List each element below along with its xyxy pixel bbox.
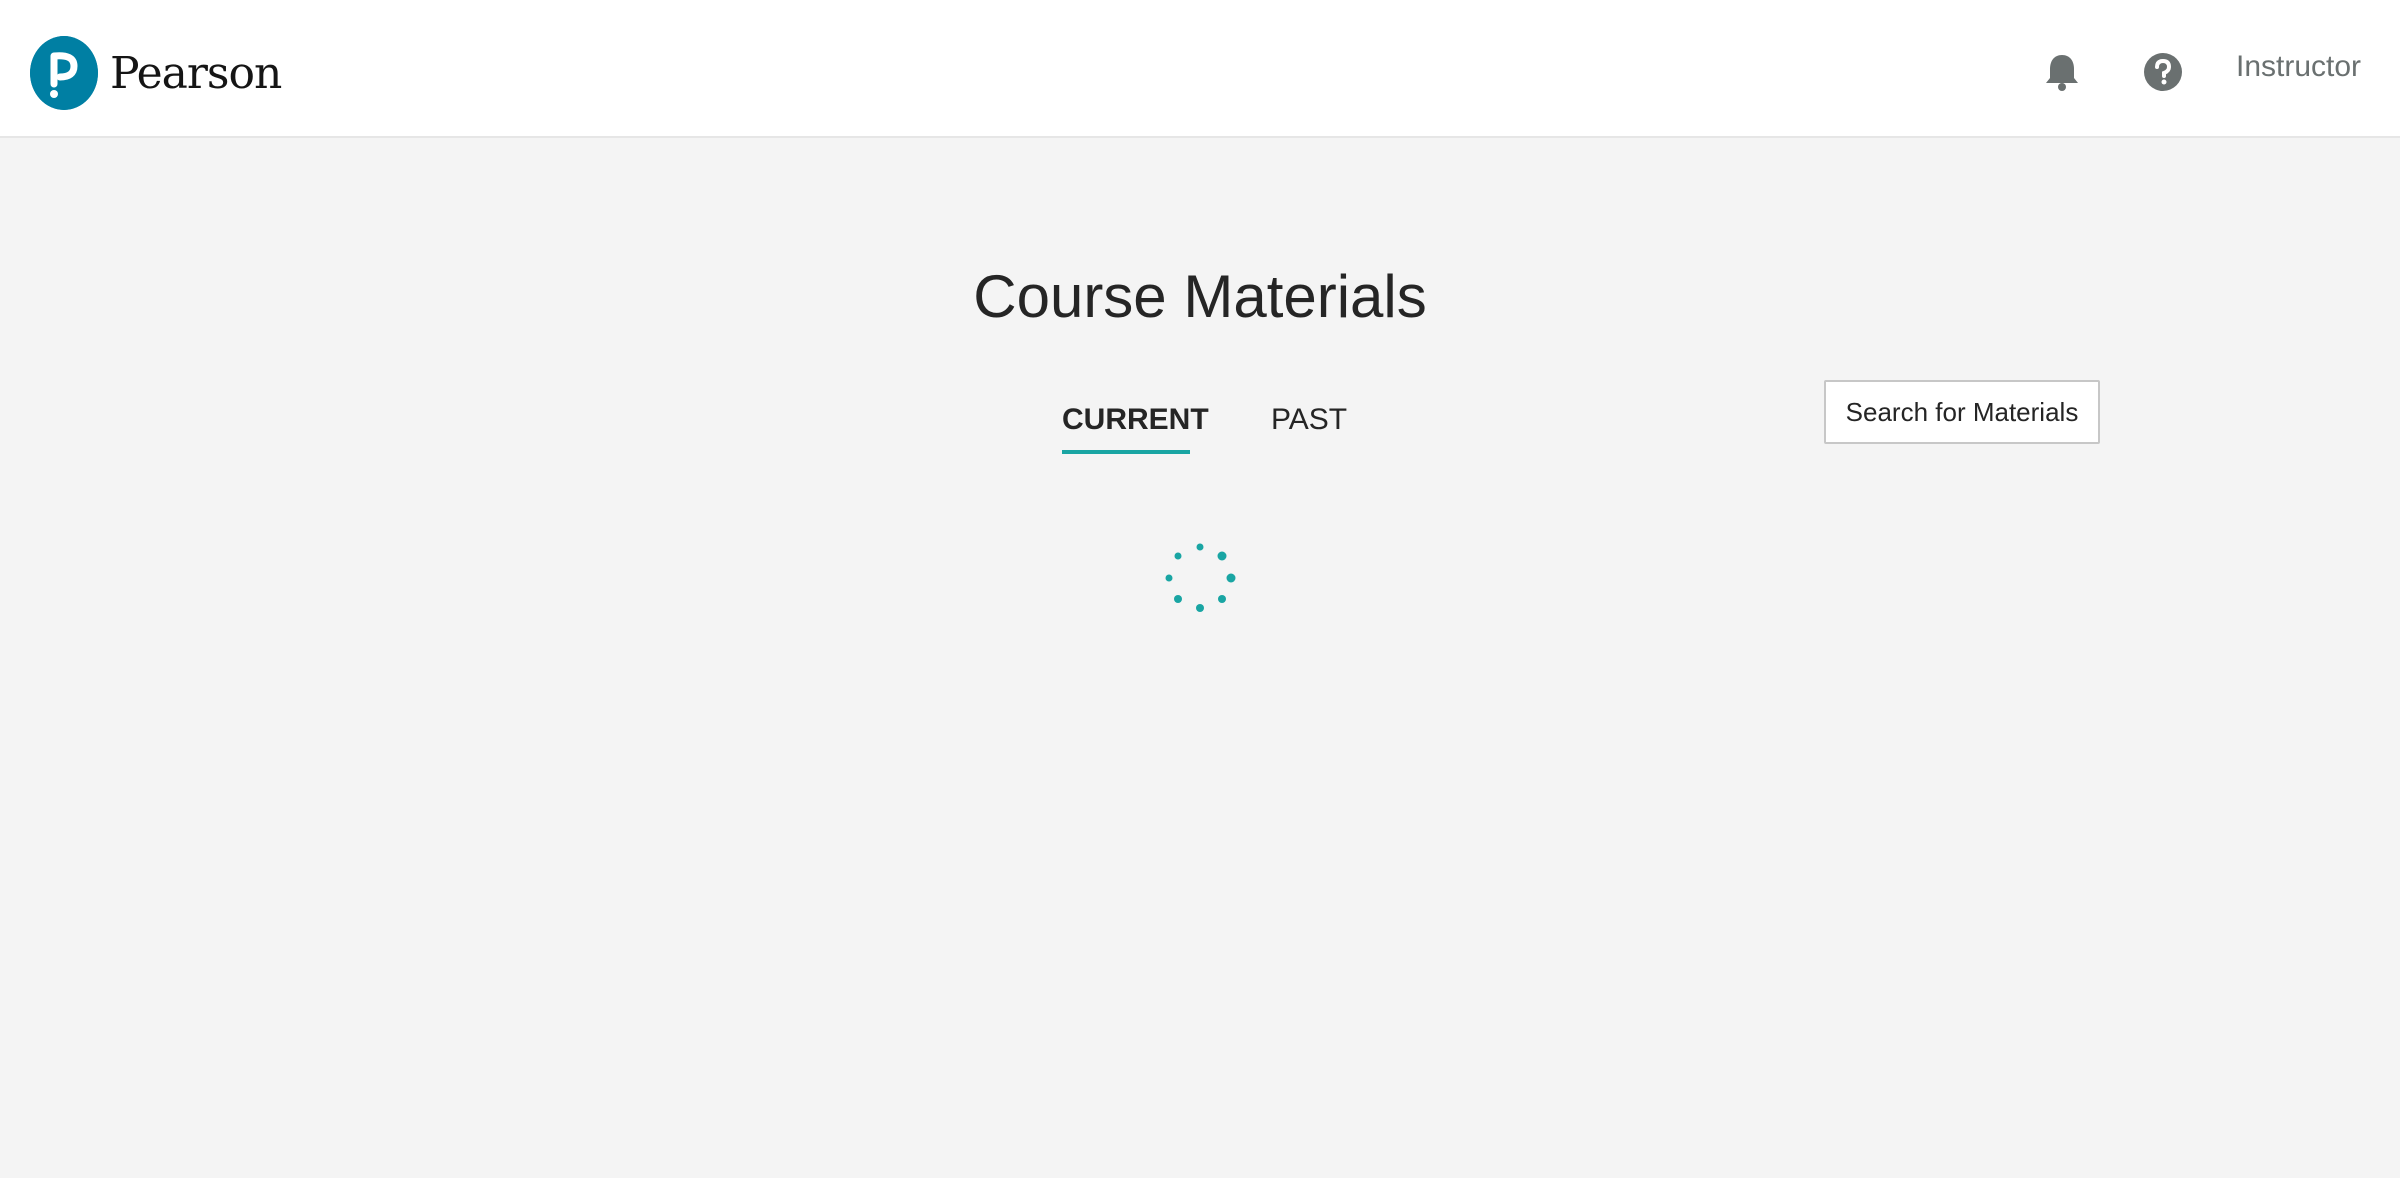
pearson-logo-icon [30, 36, 98, 110]
loading-spinner-icon [1165, 543, 1236, 612]
top-bar: Pearson Instructor [0, 0, 2400, 138]
tab-past[interactable]: PAST [1271, 403, 1347, 437]
pearson-logo[interactable]: Pearson [30, 36, 282, 110]
tab-current[interactable]: CURRENT [1062, 403, 1209, 454]
logo-wordmark: Pearson [110, 47, 282, 99]
user-menu[interactable]: Instructor [2236, 50, 2361, 84]
help-icon[interactable] [2143, 52, 2183, 92]
tab-current-label: CURRENT [1062, 403, 1209, 436]
tab-past-label: PAST [1271, 403, 1348, 436]
search-materials-button[interactable]: Search for Materials [1824, 380, 2100, 444]
bell-icon[interactable] [2040, 50, 2084, 94]
active-tab-indicator [1062, 450, 1190, 454]
page-title: Course Materials [973, 263, 1427, 330]
